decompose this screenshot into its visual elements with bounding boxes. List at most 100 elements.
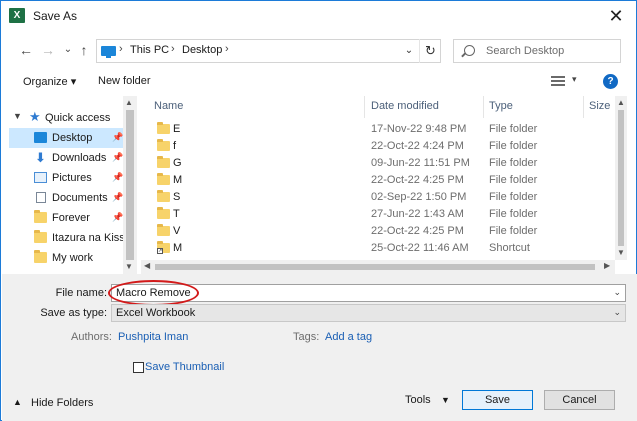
tools-button[interactable]: Tools bbox=[405, 394, 431, 406]
pin-icon[interactable]: 📌 bbox=[112, 132, 123, 143]
authors-value[interactable]: Pushpita Iman bbox=[118, 331, 188, 343]
tags-input[interactable]: Add a tag bbox=[325, 331, 372, 343]
folder-icon bbox=[157, 224, 170, 236]
nav-item-pictures[interactable]: Pictures 📌 bbox=[9, 168, 123, 188]
save-button[interactable]: Save bbox=[462, 390, 533, 410]
chevron-down-icon[interactable]: ⌄ bbox=[613, 287, 621, 298]
file-name-input[interactable]: Macro Remove ⌄ bbox=[111, 284, 626, 302]
pin-icon[interactable]: 📌 bbox=[112, 192, 123, 203]
scrollbar-thumb[interactable] bbox=[126, 110, 134, 260]
sort-ascending-icon: ^ bbox=[254, 96, 259, 102]
nav-item-itazura-na-kiss[interactable]: Itazura na Kiss bbox=[9, 228, 125, 248]
scroll-down-icon[interactable]: ▼ bbox=[125, 262, 133, 271]
computer-icon bbox=[101, 46, 116, 58]
file-list: ^ Name Date modified Type Size E 17-Nov-… bbox=[141, 96, 627, 274]
close-icon[interactable]: ✕ bbox=[604, 5, 628, 27]
column-header-type[interactable]: Type bbox=[489, 100, 513, 112]
table-row[interactable]: f 22-Oct-22 4:24 PM File folder bbox=[141, 138, 613, 155]
chevron-down-icon[interactable]: ⌄ bbox=[613, 307, 621, 318]
refresh-icon[interactable]: ↻ bbox=[419, 39, 441, 63]
nav-quick-access[interactable]: ▼ ★ Quick access bbox=[9, 108, 123, 128]
file-date: 22-Oct-22 4:25 PM bbox=[371, 225, 464, 237]
breadcrumb-this-pc[interactable]: This PC bbox=[130, 44, 169, 56]
breadcrumb-desktop[interactable]: Desktop bbox=[182, 44, 222, 56]
documents-icon bbox=[36, 192, 46, 203]
nav-quick-access-label: Quick access bbox=[45, 112, 111, 124]
search-box[interactable] bbox=[453, 39, 621, 63]
navigation-pane: ▼ ★ Quick access Desktop 📌 ⬇ Downloads 📌… bbox=[9, 96, 137, 274]
nav-scrollbar[interactable]: ▲ ▼ bbox=[123, 96, 137, 274]
save-thumbnail-checkbox[interactable] bbox=[133, 362, 144, 373]
chevron-down-icon[interactable]: ▼ bbox=[13, 111, 22, 121]
view-options-icon[interactable] bbox=[551, 76, 565, 86]
save-as-type-select[interactable]: Excel Workbook ⌄ bbox=[111, 304, 626, 322]
scroll-left-icon[interactable]: ◀ bbox=[144, 261, 150, 270]
column-header-date[interactable]: Date modified bbox=[371, 100, 439, 112]
scrollbar-thumb[interactable] bbox=[618, 110, 624, 246]
nav-item-my-work[interactable]: My work bbox=[9, 248, 123, 268]
column-divider[interactable] bbox=[583, 96, 584, 118]
column-divider[interactable] bbox=[364, 96, 365, 118]
scroll-down-icon[interactable]: ▼ bbox=[617, 248, 625, 257]
save-thumbnail-label[interactable]: Save Thumbnail bbox=[145, 361, 224, 373]
address-dropdown-icon[interactable]: ⌄ bbox=[401, 39, 417, 63]
save-as-dialog: X Save As ✕ ← → ⌄ ↑ › This PC › Desktop … bbox=[0, 0, 637, 421]
file-date: 27-Jun-22 1:43 AM bbox=[371, 208, 464, 220]
nav-item-label: Documents bbox=[52, 192, 108, 204]
folder-icon bbox=[157, 173, 170, 185]
file-list-horizontal-scrollbar[interactable]: ◀ ▶ bbox=[141, 260, 615, 274]
cancel-button[interactable]: Cancel bbox=[544, 390, 615, 410]
file-date: 17-Nov-22 9:48 PM bbox=[371, 123, 467, 135]
column-divider[interactable] bbox=[483, 96, 484, 118]
pin-icon[interactable]: 📌 bbox=[112, 172, 123, 183]
column-header-size[interactable]: Size bbox=[589, 100, 610, 112]
file-name-value: Macro Remove bbox=[116, 287, 191, 299]
scroll-right-icon[interactable]: ▶ bbox=[604, 261, 610, 270]
nav-item-downloads[interactable]: ⬇ Downloads 📌 bbox=[9, 148, 123, 168]
file-date: 09-Jun-22 11:51 PM bbox=[371, 157, 470, 169]
help-icon[interactable]: ? bbox=[603, 74, 618, 89]
organize-button[interactable]: Organize ▾ bbox=[23, 75, 76, 88]
table-row[interactable]: S 02-Sep-22 1:50 PM File folder bbox=[141, 189, 613, 206]
pin-icon[interactable]: 📌 bbox=[112, 152, 123, 163]
nav-item-desktop[interactable]: Desktop 📌 bbox=[9, 128, 123, 148]
address-bar[interactable]: › This PC › Desktop › bbox=[96, 39, 441, 63]
scrollbar-thumb[interactable] bbox=[155, 264, 595, 270]
shortcut-folder-icon: ↗ bbox=[157, 241, 170, 254]
folder-icon bbox=[157, 122, 170, 134]
tools-dropdown-icon[interactable]: ▼ bbox=[441, 395, 450, 405]
file-name: V bbox=[173, 225, 181, 237]
up-icon[interactable]: ↑ bbox=[75, 39, 93, 61]
column-header-name[interactable]: Name bbox=[154, 100, 183, 112]
table-row[interactable]: G 09-Jun-22 11:51 PM File folder bbox=[141, 155, 613, 172]
pin-icon[interactable]: 📌 bbox=[112, 212, 123, 223]
table-row[interactable]: V 22-Oct-22 4:25 PM File folder bbox=[141, 223, 613, 240]
nav-item-label: Desktop bbox=[52, 132, 93, 144]
authors-label: Authors: bbox=[71, 331, 112, 343]
nav-item-documents[interactable]: Documents 📌 bbox=[9, 188, 123, 208]
breadcrumb-separator[interactable]: › bbox=[171, 43, 175, 55]
table-row[interactable]: T 27-Jun-22 1:43 AM File folder bbox=[141, 206, 613, 223]
scroll-up-icon[interactable]: ▲ bbox=[125, 98, 133, 107]
file-name: f bbox=[173, 140, 177, 152]
file-type: File folder bbox=[489, 140, 538, 152]
nav-item-label: My work bbox=[52, 252, 93, 264]
nav-item-forever[interactable]: Forever 📌 bbox=[9, 208, 123, 228]
breadcrumb-separator[interactable]: › bbox=[119, 43, 123, 55]
table-row[interactable]: ↗ M 25-Oct-22 11:46 AM Shortcut bbox=[141, 240, 613, 257]
new-folder-button[interactable]: New folder bbox=[98, 75, 151, 87]
breadcrumb-separator[interactable]: › bbox=[225, 43, 229, 55]
file-name: S bbox=[173, 191, 181, 203]
back-icon[interactable]: ← bbox=[17, 39, 35, 61]
nav-item-label: Forever bbox=[52, 212, 90, 224]
search-input[interactable] bbox=[486, 43, 616, 59]
forward-icon[interactable]: → bbox=[39, 39, 57, 61]
view-dropdown-icon[interactable]: ▾ bbox=[572, 74, 577, 85]
file-type: File folder bbox=[489, 225, 538, 237]
table-row[interactable]: M 22-Oct-22 4:25 PM File folder bbox=[141, 172, 613, 189]
table-row[interactable]: E 17-Nov-22 9:48 PM File folder bbox=[141, 121, 613, 138]
folder-icon bbox=[34, 210, 47, 223]
file-list-vertical-scrollbar[interactable]: ▲ ▼ bbox=[615, 96, 627, 260]
folder-icon bbox=[157, 156, 170, 168]
scroll-up-icon[interactable]: ▲ bbox=[617, 98, 625, 107]
